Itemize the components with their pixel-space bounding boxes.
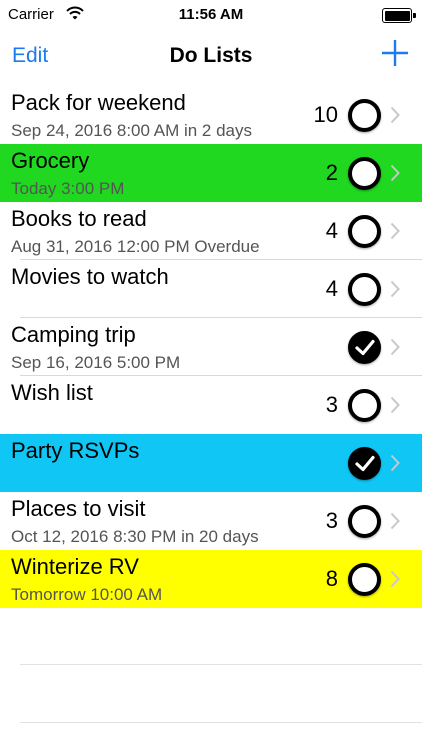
list-row[interactable]: Movies to watch 4 (0, 260, 422, 318)
chevron-right-icon (390, 396, 400, 419)
item-count: 2 (325, 160, 338, 185)
completion-circle-icon[interactable] (348, 389, 381, 422)
list-row[interactable]: Wish list 3 (0, 376, 422, 434)
list-row[interactable]: Party RSVPs (0, 434, 422, 492)
list-row[interactable]: Pack for weekend Sep 24, 2016 8:00 AM in … (0, 86, 422, 144)
chevron-right-icon (390, 454, 400, 477)
list-due-date: Sep 24, 2016 8:00 AM in 2 days (11, 121, 253, 140)
list-due-date: Tomorrow 10:00 AM (11, 585, 163, 604)
list-row[interactable]: Camping trip Sep 16, 2016 5:00 PM (0, 318, 422, 376)
status-time: 11:56 AM (178, 6, 244, 23)
navigation-bar: Edit Do Lists (0, 30, 422, 84)
chevron-right-icon (390, 280, 400, 303)
item-count: 4 (325, 218, 338, 243)
list-row[interactable]: Books to read Aug 31, 2016 12:00 PM Overd… (0, 202, 422, 260)
do-lists-table: Pack for weekend Sep 24, 2016 8:00 AM in … (0, 86, 422, 608)
item-count: 8 (325, 566, 338, 591)
list-title: Movies to watch (11, 264, 169, 289)
list-row[interactable]: Grocery Today 3:00 PM 2 (0, 144, 422, 202)
list-title: Grocery (11, 148, 90, 173)
status-bar: Carrier 11:56 AM (0, 0, 422, 30)
completion-circle-icon[interactable] (348, 215, 381, 248)
chevron-right-icon (390, 338, 400, 361)
chevron-right-icon (390, 106, 400, 129)
list-title: Camping trip (11, 322, 136, 347)
list-row[interactable]: Winterize RV Tomorrow 10:00 AM 8 (0, 550, 422, 608)
item-count: 3 (325, 508, 338, 533)
completed-checkmark-icon[interactable] (348, 331, 381, 364)
list-title: Winterize RV (11, 554, 139, 579)
battery-icon (382, 8, 416, 23)
list-title: Places to visit (11, 496, 146, 521)
list-due-date: Aug 31, 2016 12:00 PM Overdue (11, 237, 260, 256)
list-row[interactable]: Places to visit Oct 12, 2016 8:30 PM in 2… (0, 492, 422, 550)
list-due-date: Sep 16, 2016 5:00 PM (11, 353, 181, 372)
list-title: Wish list (11, 380, 93, 405)
empty-row-separator (20, 664, 422, 665)
list-title: Pack for weekend (11, 90, 186, 115)
completion-circle-icon[interactable] (348, 99, 381, 132)
plus-icon (382, 40, 408, 66)
item-count: 3 (325, 392, 338, 417)
chevron-right-icon (390, 222, 400, 245)
item-count: 10 (313, 102, 338, 127)
completion-circle-icon[interactable] (348, 563, 381, 596)
chevron-right-icon (390, 164, 400, 187)
completion-circle-icon[interactable] (348, 505, 381, 538)
page-title: Do Lists (169, 44, 253, 67)
add-list-button[interactable] (380, 38, 410, 68)
completed-checkmark-icon[interactable] (348, 447, 381, 480)
list-due-date: Oct 12, 2016 8:30 PM in 20 days (11, 527, 259, 546)
list-title: Books to read (11, 206, 147, 231)
completion-circle-icon[interactable] (348, 273, 381, 306)
list-title: Party RSVPs (11, 438, 140, 463)
empty-row-separator (20, 722, 422, 723)
completion-circle-icon[interactable] (348, 157, 381, 190)
chevron-right-icon (390, 512, 400, 535)
chevron-right-icon (390, 570, 400, 593)
list-due-date: Today 3:00 PM (11, 179, 125, 198)
item-count: 4 (325, 276, 338, 301)
